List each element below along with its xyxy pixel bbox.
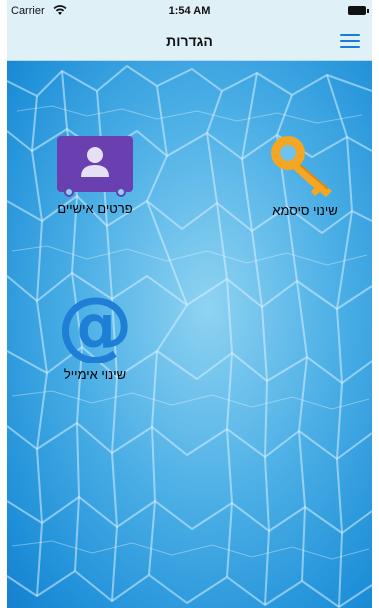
navigation-bar: הגדרות (7, 22, 372, 61)
svg-text:@: @ (59, 289, 131, 363)
change-email-label: שינוי אימייל (63, 367, 127, 382)
personal-details-tile[interactable]: פרטים אישיים (35, 133, 155, 216)
hamburger-icon[interactable] (340, 34, 360, 50)
change-password-tile[interactable]: שינוי סיסמא (245, 133, 365, 218)
change-password-label: שינוי סיסמא (272, 203, 338, 218)
change-email-tile[interactable]: @ שינוי אימייל (35, 289, 155, 382)
contact-card-icon (57, 136, 133, 197)
page-title: הגדרות (166, 33, 213, 49)
clock: 1:54 AM (168, 5, 211, 17)
settings-content: שינוי סיסמא פרטים אישיים @ שינוי אימייל (7, 61, 372, 608)
personal-details-label: פרטים אישיים (57, 201, 133, 216)
key-icon (271, 136, 332, 197)
status-bar: Carrier 1:54 AM (7, 0, 372, 22)
at-sign-icon: @ (59, 289, 131, 363)
battery-icon (348, 6, 369, 15)
settings-screen: Carrier 1:54 AM הגדרות שינוי סיסמא פרטים… (0, 0, 379, 608)
